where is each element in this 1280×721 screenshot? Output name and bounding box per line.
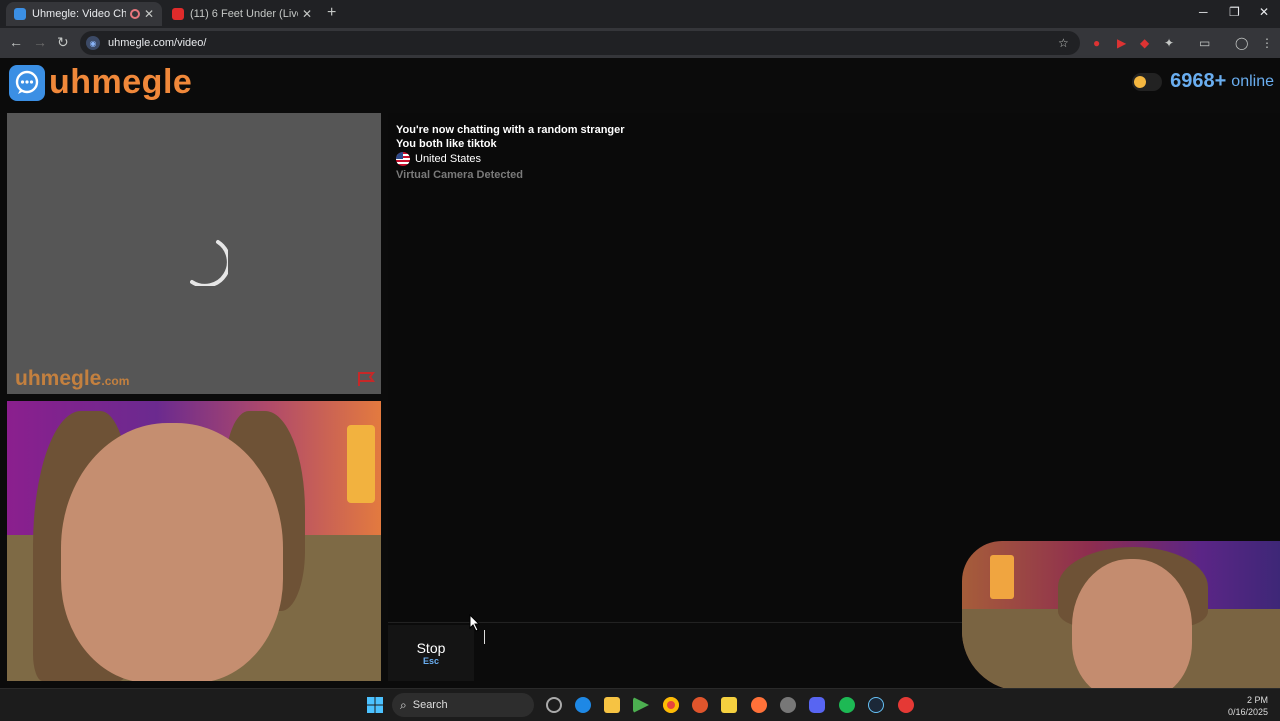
tab-title: (11) 6 Feet Under (Live From M [190,8,298,20]
side-panel-icon[interactable]: ▭ [1199,36,1210,50]
reload-icon[interactable]: ↻ [57,34,69,51]
close-tab-icon[interactable]: ✕ [144,7,154,21]
close-tab-icon[interactable]: ✕ [302,7,312,21]
chat-bubble-icon [9,64,45,101]
close-window-icon[interactable]: ✕ [1259,5,1269,19]
recording-icon [129,9,140,19]
app-icon[interactable] [692,697,708,713]
extension-youtube-icon[interactable]: ▶ [1117,36,1126,50]
stranger-country: United States [396,152,481,166]
extension-ad-icon[interactable]: ◆ [1140,36,1149,50]
logo-text: uhmegle [49,63,193,101]
chat-input[interactable] [480,625,964,683]
new-tab-icon[interactable]: + [327,4,336,22]
pip-video-overlay[interactable] [962,541,1280,691]
obs-icon[interactable] [780,697,796,713]
sticky-notes-icon[interactable] [721,697,737,713]
text-caret [484,630,485,644]
online-count: 6968+ [1170,70,1227,92]
extensions-puzzle-icon[interactable]: ✦ [1164,36,1174,50]
bookmark-star-icon[interactable]: ☆ [1058,36,1069,50]
youtube-favicon-icon [172,8,184,20]
report-flag-icon[interactable] [357,371,375,387]
search-placeholder: Search [412,699,448,711]
self-video [7,401,381,681]
site-logo[interactable]: uhmegle [9,63,192,102]
back-icon[interactable]: ← [9,34,23,50]
windows-start-icon[interactable] [367,697,383,713]
task-view-icon[interactable] [546,697,562,713]
sun-icon [1134,75,1147,88]
address-bar[interactable]: ◉ uhmegle.com/video/ [80,31,1080,55]
system-clock[interactable]: 2 PM 0/16/2025 [1228,694,1268,718]
watermark-suffix: .com [101,374,130,388]
browser-tab-bar: Uhmegle: Video Chat | Ome ✕ (11) 6 Feet … [0,0,1280,28]
spotify-icon[interactable] [839,697,855,713]
clock-time: 2 PM [1246,695,1268,705]
menu-kebab-icon[interactable]: ⋮ [1261,36,1273,50]
mouse-cursor-icon [469,614,481,632]
tab-title: Uhmegle: Video Chat | Ome [32,8,126,20]
chat-message: You both like tiktok [396,138,497,150]
minimize-icon[interactable]: ─ [1199,5,1208,19]
online-counter: 6968+ online [1132,70,1274,93]
stop-label: Stop [416,640,446,656]
stop-button[interactable]: Stop Esc [388,625,474,681]
firefox-icon[interactable] [751,697,767,713]
forward-icon[interactable]: → [33,34,47,50]
taskbar-search[interactable]: ⌕ Search [392,693,534,717]
search-icon: ⌕ [400,697,407,712]
us-flag-icon [396,152,410,166]
discord-icon[interactable] [809,697,825,713]
site-info-icon[interactable]: ◉ [86,36,100,50]
online-label: online [1231,72,1274,90]
chrome-icon[interactable] [663,697,679,713]
stop-shortcut: Esc [422,656,439,666]
media-player-icon[interactable] [633,697,649,713]
virtual-camera-notice: Virtual Camera Detected [396,169,523,181]
steam-icon[interactable] [868,697,884,713]
uhmegle-favicon-icon [14,8,26,20]
tab-youtube[interactable]: (11) 6 Feet Under (Live From M ✕ [164,2,320,26]
uhmegle-watermark: uhmegle.com [15,367,129,391]
edge-icon[interactable] [575,697,591,713]
chat-message: You're now chatting with a random strang… [396,124,625,136]
restore-icon[interactable]: ❐ [1229,5,1240,19]
extension-record-icon[interactable]: ● [1093,36,1100,50]
app-red-icon[interactable] [898,697,914,713]
watermark-text: uhmegle [15,367,102,390]
loading-spinner-icon [190,240,228,286]
theme-toggle[interactable] [1132,72,1163,91]
windows-taskbar: ⌕ Search 2 PM 0/16/2025 [0,688,1280,721]
profile-icon[interactable]: ◯ [1235,36,1248,50]
tab-uhmegle[interactable]: Uhmegle: Video Chat | Ome ✕ [6,2,162,26]
browser-toolbar: ← → ↻ ◉ uhmegle.com/video/ ☆ ● ▶ ◆ ✦ ▭ ◯… [0,28,1280,58]
file-explorer-icon[interactable] [604,697,620,713]
clock-date: 0/16/2025 [1227,707,1268,717]
url-text: uhmegle.com/video/ [108,37,207,49]
country-name: United States [415,153,482,165]
